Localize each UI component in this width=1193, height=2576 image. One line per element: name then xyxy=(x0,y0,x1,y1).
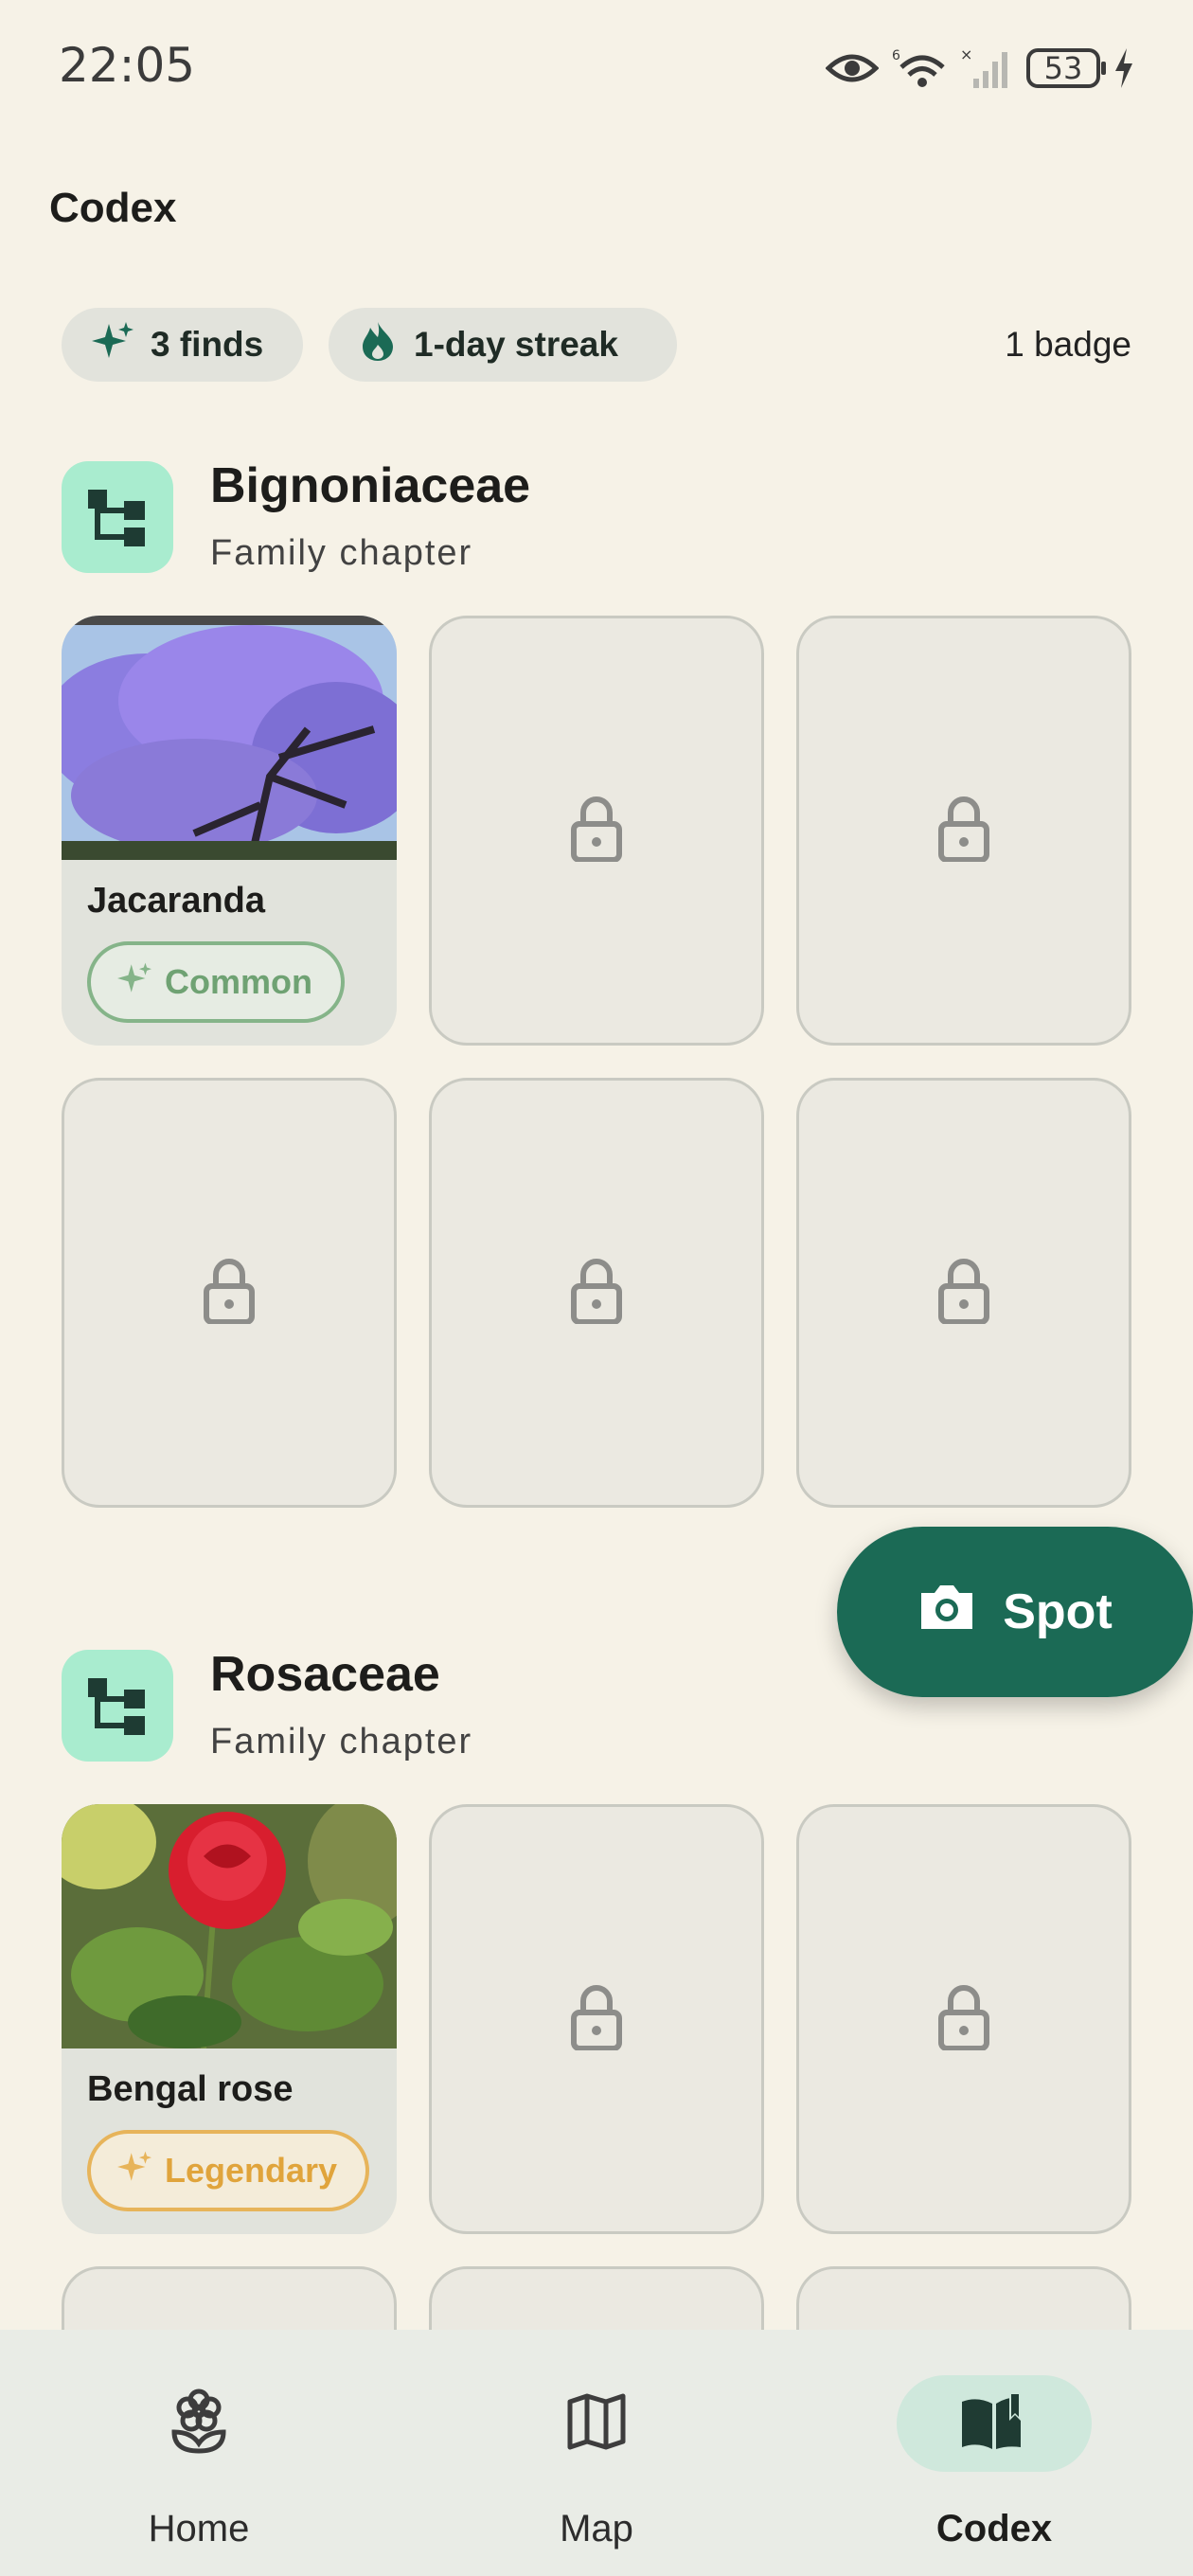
badge-count[interactable]: 1 badge xyxy=(1005,325,1131,365)
locked-card[interactable] xyxy=(62,1078,397,1508)
species-name: Jacaranda xyxy=(87,881,266,921)
bengal-rose-photo xyxy=(62,1804,397,2048)
lock-icon xyxy=(937,1984,990,2055)
finds-count: 3 finds xyxy=(151,325,264,364)
nav-label: Map xyxy=(560,2508,633,2549)
locked-card[interactable] xyxy=(429,616,764,1046)
nav-label: Codex xyxy=(935,2508,1053,2549)
camera-icon xyxy=(917,1582,976,1643)
rarity-label: Common xyxy=(165,962,312,1001)
map-icon xyxy=(566,2392,627,2456)
spot-button[interactable]: Spot xyxy=(837,1527,1193,1697)
wifi-icon: 6 xyxy=(892,46,947,90)
rarity-label: Legendary xyxy=(165,2151,338,2190)
locked-card[interactable] xyxy=(796,1078,1131,1508)
streak-chip[interactable]: 1-day streak xyxy=(329,308,677,382)
nav-map[interactable]: Map xyxy=(398,2330,795,2576)
family-subtitle: Family chapter xyxy=(210,533,473,573)
family-name: Rosaceae xyxy=(210,1647,440,1702)
stats-row: 3 finds 1-day streak 1 badge xyxy=(62,308,1131,382)
jacaranda-photo xyxy=(62,616,397,860)
locked-card[interactable] xyxy=(796,1804,1131,2234)
status-icons: 6 × 53 xyxy=(826,42,1134,95)
lock-icon xyxy=(570,1258,623,1329)
rarity-badge-legendary: Legendary xyxy=(87,2130,370,2211)
locked-card[interactable] xyxy=(796,616,1131,1046)
species-name: Bengal rose xyxy=(87,2069,294,2109)
spot-label: Spot xyxy=(1003,1584,1113,1639)
charging-icon xyxy=(1113,48,1134,88)
flame-icon xyxy=(359,320,397,370)
page-title: Codex xyxy=(49,185,177,231)
species-card-bengal-rose[interactable]: Bengal rose Legendary xyxy=(62,1804,397,2234)
nav-icon-wrap xyxy=(499,2375,694,2472)
nav-home[interactable]: Home xyxy=(0,2330,398,2576)
lock-icon xyxy=(570,1984,623,2055)
signal-icon: × xyxy=(960,46,1013,90)
family-header-bignoniaceae: Bignoniaceae Family chapter xyxy=(62,458,1008,575)
rarity-badge-common: Common xyxy=(87,941,345,1023)
family-name: Bignoniaceae xyxy=(210,458,531,513)
sparkle-icon xyxy=(92,320,134,370)
species-card-jacaranda[interactable]: Jacaranda Common xyxy=(62,616,397,1046)
locked-card[interactable] xyxy=(429,1804,764,2234)
family-tree-icon xyxy=(62,461,173,573)
finds-chip[interactable]: 3 finds xyxy=(62,308,303,382)
bottom-nav: Home Map Codex xyxy=(0,2330,1193,2576)
lock-icon xyxy=(570,796,623,867)
sparkle-icon xyxy=(117,2150,151,2192)
lock-icon xyxy=(937,796,990,867)
nav-icon-wrap xyxy=(101,2375,296,2472)
status-time: 22:05 xyxy=(59,38,196,93)
status-bar: 22:05 6 × 53 xyxy=(0,0,1193,137)
family-subtitle: Family chapter xyxy=(210,1722,473,1762)
svg-text:6: 6 xyxy=(892,48,900,63)
svg-text:×: × xyxy=(960,46,972,63)
locked-card[interactable] xyxy=(429,1078,764,1508)
sparkle-icon xyxy=(117,961,151,1004)
streak-label: 1-day streak xyxy=(414,325,618,364)
lock-icon xyxy=(203,1258,256,1329)
eye-icon xyxy=(826,49,879,87)
family-tree-icon xyxy=(62,1650,173,1762)
book-icon xyxy=(958,2391,1030,2456)
nav-icon-wrap xyxy=(897,2375,1092,2472)
battery-icon: 53 xyxy=(1026,48,1106,88)
lock-icon xyxy=(937,1258,990,1329)
nav-label: Home xyxy=(148,2508,250,2549)
flower-icon xyxy=(169,2388,229,2460)
nav-codex[interactable]: Codex xyxy=(795,2330,1193,2576)
